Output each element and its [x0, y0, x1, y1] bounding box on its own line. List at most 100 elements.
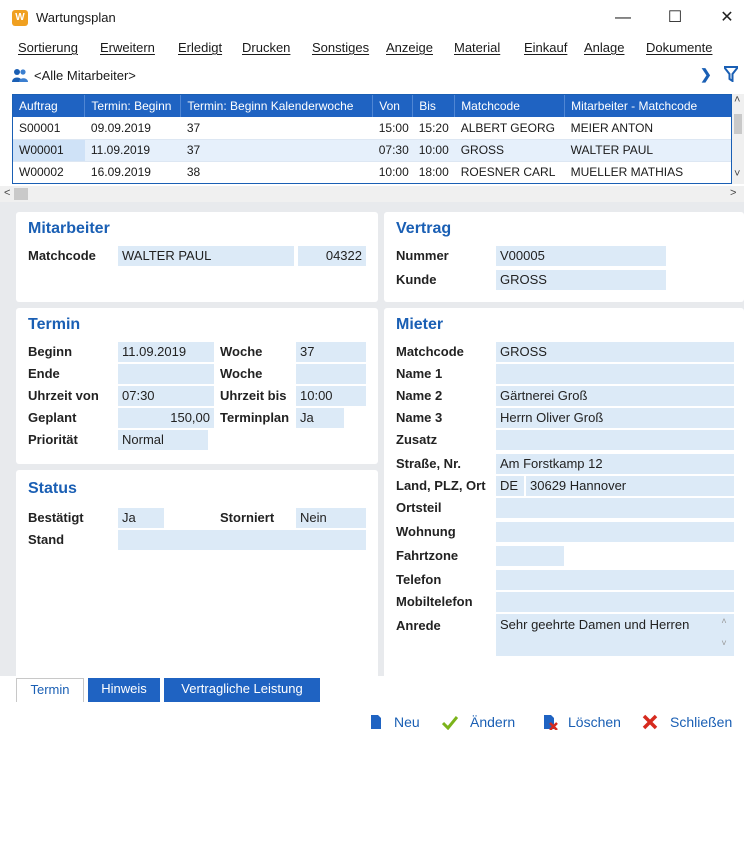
- time-from-field[interactable]: 07:30: [118, 386, 214, 406]
- scroll-left-icon[interactable]: <: [4, 187, 10, 199]
- customer-field[interactable]: GROSS: [496, 270, 666, 290]
- termin-title: Termin: [28, 316, 81, 333]
- matchcode-label: Matchcode: [28, 248, 96, 263]
- name2-label: Name 2: [396, 388, 443, 403]
- scroll-down-icon[interactable]: ˅: [734, 168, 740, 180]
- phone-field[interactable]: [496, 570, 734, 590]
- menu-anlage[interactable]: Anlage: [584, 40, 624, 55]
- table-cell: 16.09.2019: [84, 161, 181, 183]
- mitarbeiter-title: Mitarbeiter: [28, 220, 110, 237]
- district-field[interactable]: [496, 498, 734, 518]
- column-header-von[interactable]: Von: [372, 95, 414, 117]
- apartment-field[interactable]: [496, 522, 734, 542]
- close-window-button[interactable]: ✕: [712, 6, 742, 30]
- grid-horizontal-scrollbar[interactable]: < >: [0, 186, 744, 202]
- time-to-field[interactable]: 10:00: [296, 386, 366, 406]
- menu-anzeige[interactable]: Anzeige: [386, 40, 433, 55]
- employee-matchcode-field[interactable]: WALTER PAUL: [118, 246, 294, 266]
- woche-label: Woche: [220, 344, 263, 359]
- checkmark-icon[interactable]: [442, 714, 458, 730]
- chevron-up-icon[interactable]: ˄: [714, 616, 734, 626]
- column-header-termin-beginn[interactable]: Termin: Beginn: [84, 95, 182, 117]
- mobile-phone-field[interactable]: [496, 592, 734, 612]
- tab-termin[interactable]: Termin: [16, 678, 84, 702]
- menu-erledigt[interactable]: Erledigt: [178, 40, 222, 55]
- grid-vertical-scrollbar[interactable]: ˄ ˅: [732, 94, 744, 184]
- schedule-field[interactable]: Ja: [296, 408, 344, 428]
- priority-field[interactable]: Normal: [118, 430, 208, 450]
- employee-number-field[interactable]: 04322: [298, 246, 366, 266]
- storniert-label: Storniert: [220, 510, 275, 525]
- people-icon[interactable]: [12, 68, 28, 82]
- delete-document-icon[interactable]: [542, 714, 558, 730]
- name1-field[interactable]: [496, 364, 734, 384]
- stand-label: Stand: [28, 532, 65, 547]
- uhrzeit-von-label: Uhrzeit von: [28, 388, 99, 403]
- table-cell: 10:00: [372, 161, 413, 183]
- table-cell: 15:20: [412, 117, 455, 140]
- menu-drucken[interactable]: Drucken: [242, 40, 290, 55]
- mieter-title: Mieter: [396, 316, 444, 333]
- table-row-selected[interactable]: W00001 11.09.2019 37 07:30 10:00 GROSS W…: [13, 139, 731, 162]
- vertrag-panel: Vertrag Nummer V00005 Kunde GROSS: [384, 212, 744, 302]
- zip-city-field[interactable]: 30629 Hannover: [526, 476, 734, 496]
- tab-hinweis[interactable]: Hinweis: [88, 678, 160, 702]
- close-button[interactable]: Schließen: [670, 714, 732, 730]
- street-field[interactable]: Am Forstkamp 12: [496, 454, 734, 474]
- week-field[interactable]: 37: [296, 342, 366, 362]
- column-header-kalenderwoche[interactable]: Termin: Beginn Kalenderwoche: [180, 95, 374, 117]
- table-cell: MUELLER MATHIAS: [564, 161, 731, 183]
- end-date-field[interactable]: [118, 364, 214, 384]
- state-field[interactable]: [118, 530, 366, 550]
- menu-erweitern[interactable]: Erweitern: [100, 40, 155, 55]
- new-button[interactable]: Neu: [394, 714, 420, 730]
- tenant-matchcode-field[interactable]: GROSS: [496, 342, 734, 362]
- new-document-icon[interactable]: [368, 714, 384, 730]
- fahrtzone-label: Fahrtzone: [396, 548, 459, 563]
- employee-filter-label[interactable]: <Alle Mitarbeiter>: [34, 68, 136, 83]
- cancelled-field[interactable]: Nein: [296, 508, 366, 528]
- scroll-up-icon[interactable]: ˄: [734, 94, 740, 106]
- column-header-bis[interactable]: Bis: [412, 95, 456, 117]
- name3-field[interactable]: Herrn Oliver Groß: [496, 408, 734, 428]
- title-bar: W Wartungsplan — ☐ ✕: [0, 0, 744, 36]
- menu-bar: Sortierung Erweitern Erledigt Drucken So…: [0, 36, 744, 60]
- column-header-auftrag[interactable]: Auftrag: [13, 95, 86, 117]
- edit-button[interactable]: Ändern: [470, 714, 515, 730]
- planned-field[interactable]: 150,00: [118, 408, 214, 428]
- table-row[interactable]: S00001 09.09.2019 37 15:00 15:20 ALBERT …: [13, 117, 731, 140]
- start-date-field[interactable]: 11.09.2019: [118, 342, 214, 362]
- end-week-field[interactable]: [296, 364, 366, 384]
- menu-einkauf[interactable]: Einkauf: [524, 40, 567, 55]
- menu-sortierung[interactable]: Sortierung: [18, 40, 78, 55]
- delete-button[interactable]: Löschen: [568, 714, 621, 730]
- tab-vertragliche-leistung[interactable]: Vertragliche Leistung: [164, 678, 320, 702]
- contract-number-field[interactable]: V00005: [496, 246, 666, 266]
- mobiltelefon-label: Mobiltelefon: [396, 594, 473, 609]
- action-bar: Neu Ändern Löschen Schließen: [0, 702, 744, 742]
- scroll-thumb[interactable]: [734, 114, 742, 134]
- table-cell: WALTER PAUL: [564, 139, 731, 162]
- minimize-button[interactable]: —: [608, 6, 638, 30]
- chevron-down-icon[interactable]: ❯: [700, 66, 712, 83]
- status-title: Status: [28, 480, 77, 497]
- scroll-thumb[interactable]: [14, 188, 28, 200]
- country-field[interactable]: DE: [496, 476, 524, 496]
- close-x-icon[interactable]: [642, 714, 658, 730]
- menu-sonstiges[interactable]: Sonstiges: [312, 40, 369, 55]
- name2-field[interactable]: Gärtnerei Groß: [496, 386, 734, 406]
- filter-icon[interactable]: [724, 66, 738, 82]
- travel-zone-field[interactable]: [496, 546, 564, 566]
- confirmed-field[interactable]: Ja: [118, 508, 164, 528]
- chevron-down-icon[interactable]: ˅: [714, 638, 734, 648]
- table-row[interactable]: W00002 16.09.2019 38 10:00 18:00 ROESNER…: [13, 161, 731, 183]
- wohnung-label: Wohnung: [396, 524, 456, 539]
- salutation-field[interactable]: Sehr geehrte Damen und Herren: [496, 614, 734, 656]
- menu-dokumente[interactable]: Dokumente: [646, 40, 712, 55]
- zusatz-field[interactable]: [496, 430, 734, 450]
- maximize-button[interactable]: ☐: [660, 6, 690, 30]
- column-header-matchcode[interactable]: Matchcode: [454, 95, 566, 117]
- column-header-mitarbeiter-matchcode[interactable]: Mitarbeiter - Matchcode: [564, 95, 731, 117]
- scroll-right-icon[interactable]: >: [730, 187, 736, 199]
- menu-material[interactable]: Material: [454, 40, 500, 55]
